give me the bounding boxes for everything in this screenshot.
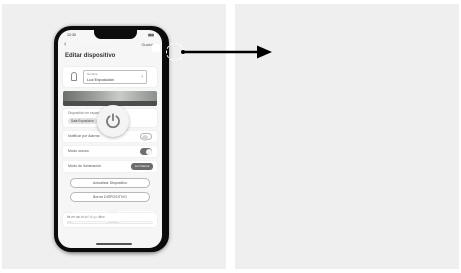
dark-mode-toggle[interactable] (140, 148, 152, 155)
schedules-label: Horarios (84, 214, 100, 219)
interval-button[interactable]: Intervalo (116, 211, 156, 223)
interval-label: Intervalo (130, 214, 146, 219)
lighting-mode-chip[interactable]: Luz blanca (131, 163, 153, 170)
page-title: Editar dispositivo (65, 53, 116, 59)
navigation-arrow-icon (181, 45, 272, 59)
alarm-notification-label: Notificar por Alarma (68, 134, 100, 138)
clock-icon (75, 214, 81, 220)
schedules-button[interactable]: Horarios (70, 211, 110, 223)
toggle-knob (141, 134, 148, 141)
timer-icon (121, 214, 127, 220)
device-name-field[interactable]: Nombre Luz Exposición › (83, 70, 147, 84)
back-arrow-icon[interactable]: ‹ (67, 43, 69, 52)
dark-mode-row: Modo oscuro (63, 146, 157, 157)
toggle-knob (145, 148, 152, 155)
lighting-mode-label: Modo de iluminación (68, 164, 101, 168)
power-button[interactable] (97, 105, 129, 137)
device-header: ‹ Luz Exposición (61, 43, 165, 53)
chevron-right-icon: › (141, 74, 143, 80)
delete-device-button[interactable]: Borrar DISPOSITIVO (70, 192, 150, 202)
device-name-label: Nombre (87, 72, 98, 76)
update-device-button[interactable]: Actualizar Dispositivo (70, 178, 150, 188)
status-time: 12:30 (67, 33, 76, 37)
status-bar: 12:30 ▮▮▮ (58, 32, 162, 40)
room-chip[interactable]: Sala Exposición (68, 118, 97, 124)
dark-mode-label: Modo oscuro (68, 149, 89, 153)
device-name-value: Luz Exposición (87, 77, 114, 82)
lighting-mode-row: Modo de iluminación Luz blanca (63, 161, 157, 172)
settings-icon[interactable] (152, 44, 160, 52)
device-photo (63, 91, 157, 106)
home-indicator (96, 243, 132, 245)
device-name-card: Nombre Luz Exposición › (63, 67, 157, 87)
light-bulb-icon (71, 72, 77, 81)
room-label: Dispositivo en espacio (68, 111, 102, 115)
alarm-notification-toggle[interactable] (140, 133, 152, 141)
status-system-icons: ▮▮▮ (148, 33, 154, 37)
power-icon (106, 113, 120, 129)
device-title: Luz Exposición (76, 45, 110, 50)
